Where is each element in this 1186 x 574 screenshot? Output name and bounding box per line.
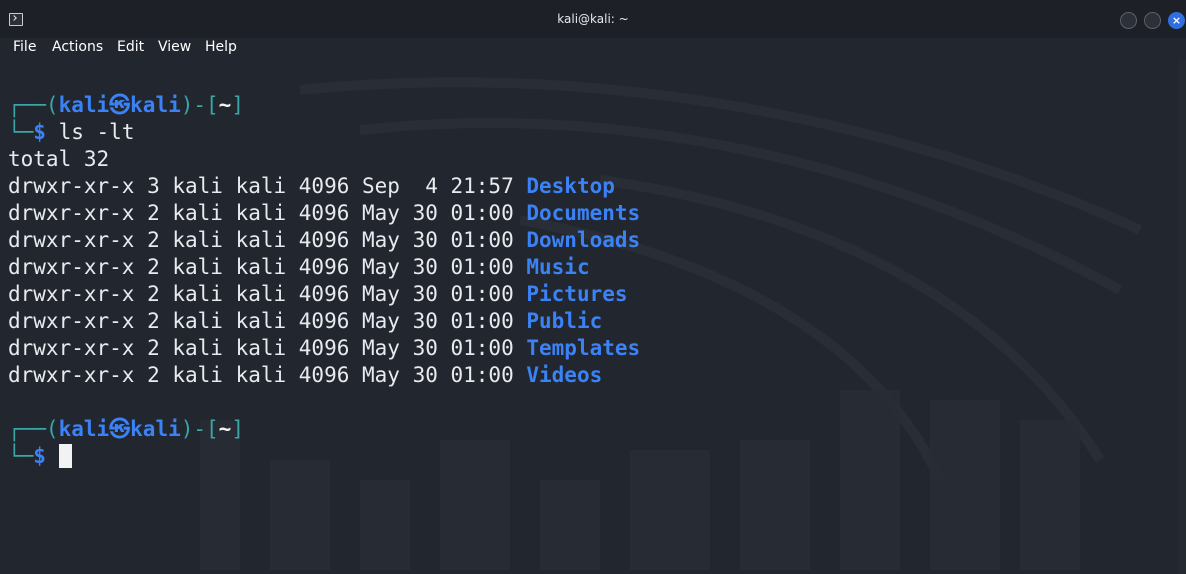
prompt-box-top: ┌──( bbox=[8, 417, 59, 441]
minimize-button[interactable] bbox=[1120, 12, 1137, 29]
title-bar[interactable]: kali@kali: ~ × bbox=[0, 0, 1186, 39]
entry-name: Templates bbox=[526, 336, 641, 360]
prompt-line-1: ┌──(kali㉿kali)-[~] bbox=[8, 92, 244, 119]
menu-file[interactable]: File bbox=[13, 39, 36, 55]
entry-meta: drwxr-xr-x 2 kali kali 4096 May 30 01:00 bbox=[8, 255, 527, 279]
scrollbar[interactable] bbox=[1178, 60, 1186, 574]
entry-meta: drwxr-xr-x 2 kali kali 4096 May 30 01:00 bbox=[8, 228, 527, 252]
prompt-box-bottom: └─ bbox=[8, 444, 34, 468]
command-line-1: └─$ ls -lt bbox=[8, 119, 134, 146]
maximize-button[interactable] bbox=[1144, 12, 1161, 29]
entry-meta: drwxr-xr-x 3 kali kali 4096 Sep 4 21:57 bbox=[8, 174, 527, 198]
close-button[interactable]: × bbox=[1168, 12, 1185, 29]
total-line: total 32 bbox=[8, 147, 110, 171]
prompt-box-top: ┌──( bbox=[8, 93, 59, 117]
prompt-user: kali bbox=[58, 93, 110, 117]
close-icon: × bbox=[1171, 14, 1182, 27]
prompt-line-2: ┌──(kali㉿kali)-[~] bbox=[8, 416, 244, 443]
prompt-user: kali bbox=[58, 417, 110, 441]
command-line-2: └─$ bbox=[8, 443, 72, 470]
prompt-mid: )-[ bbox=[180, 93, 219, 117]
entry-meta: drwxr-xr-x 2 kali kali 4096 May 30 01:00 bbox=[8, 336, 527, 360]
prompt-host: kali bbox=[130, 417, 181, 441]
prompt-host: kali bbox=[130, 93, 181, 117]
entry-name: Desktop bbox=[526, 174, 615, 198]
list-item: drwxr-xr-x 3 kali kali 4096 Sep 4 21:57 … bbox=[8, 173, 615, 200]
prompt-cwd: ~ bbox=[218, 93, 232, 117]
prompt-at-symbol: ㉿ bbox=[109, 93, 131, 117]
entry-name: Public bbox=[526, 309, 603, 333]
list-item: drwxr-xr-x 2 kali kali 4096 May 30 01:00… bbox=[8, 335, 640, 362]
menu-actions[interactable]: Actions bbox=[52, 39, 103, 55]
terminal-output[interactable]: ┌──(kali㉿kali)-[~] └─$ ls -lt total 32 d… bbox=[0, 60, 1186, 574]
prompt-mid: )-[ bbox=[180, 417, 219, 441]
prompt-at-symbol: ㉿ bbox=[109, 417, 131, 441]
entry-meta: drwxr-xr-x 2 kali kali 4096 May 30 01:00 bbox=[8, 282, 527, 306]
prompt-close: ] bbox=[231, 93, 244, 117]
terminal-window: kali@kali: ~ × File Actions Edit View He… bbox=[0, 0, 1186, 574]
entry-meta: drwxr-xr-x 2 kali kali 4096 May 30 01:00 bbox=[8, 201, 527, 225]
window-title: kali@kali: ~ bbox=[557, 12, 629, 26]
list-item: drwxr-xr-x 2 kali kali 4096 May 30 01:00… bbox=[8, 362, 602, 389]
prompt-box-bottom: └─ bbox=[8, 120, 34, 144]
menu-view[interactable]: View bbox=[158, 39, 191, 55]
prompt-symbol: $ bbox=[33, 444, 46, 468]
list-item: drwxr-xr-x 2 kali kali 4096 May 30 01:00… bbox=[8, 308, 602, 335]
command-text: ls -lt bbox=[58, 120, 135, 144]
entry-name: Pictures bbox=[526, 282, 628, 306]
entry-name: Downloads bbox=[526, 228, 641, 252]
entry-name: Videos bbox=[526, 363, 603, 387]
menu-bar: File Actions Edit View Help bbox=[0, 38, 1186, 60]
text-cursor[interactable] bbox=[58, 444, 72, 468]
entry-meta: drwxr-xr-x 2 kali kali 4096 May 30 01:00 bbox=[8, 309, 527, 333]
prompt-symbol: $ bbox=[33, 120, 46, 144]
list-item: drwxr-xr-x 2 kali kali 4096 May 30 01:00… bbox=[8, 200, 640, 227]
list-item: drwxr-xr-x 2 kali kali 4096 May 30 01:00… bbox=[8, 254, 590, 281]
list-item: drwxr-xr-x 2 kali kali 4096 May 30 01:00… bbox=[8, 227, 640, 254]
entry-meta: drwxr-xr-x 2 kali kali 4096 May 30 01:00 bbox=[8, 363, 527, 387]
prompt-cwd: ~ bbox=[218, 417, 232, 441]
entry-name: Documents bbox=[526, 201, 641, 225]
prompt-close: ] bbox=[231, 417, 244, 441]
entry-name: Music bbox=[526, 255, 590, 279]
menu-edit[interactable]: Edit bbox=[117, 39, 144, 55]
list-item: drwxr-xr-x 2 kali kali 4096 May 30 01:00… bbox=[8, 281, 628, 308]
menu-help[interactable]: Help bbox=[205, 39, 237, 55]
